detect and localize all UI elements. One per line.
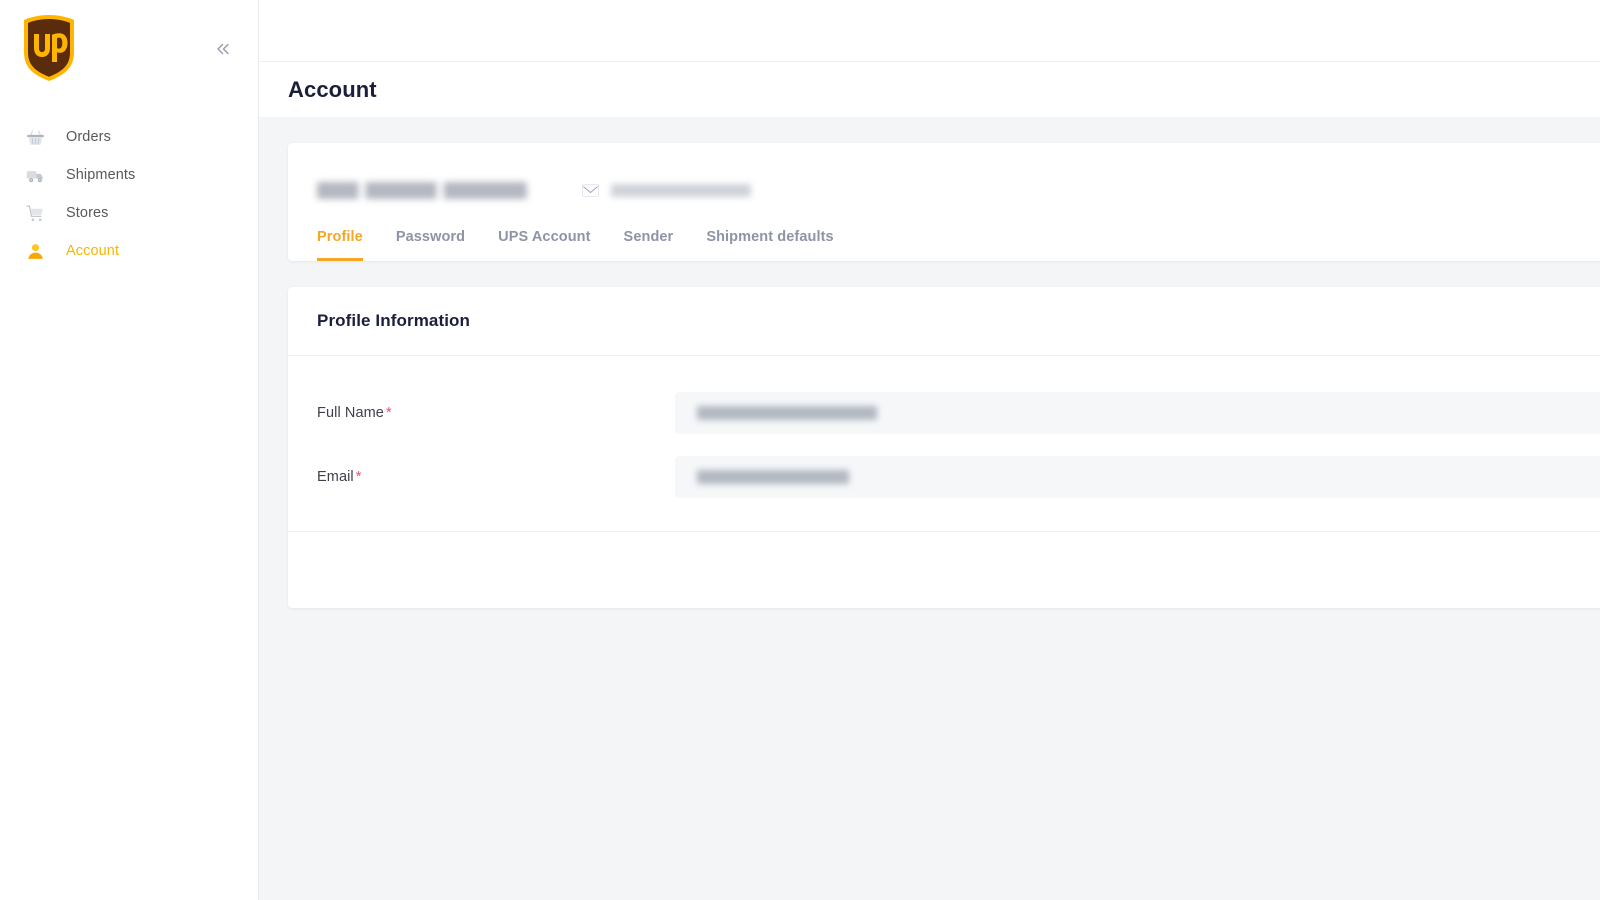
ups-shield-logo-icon[interactable] (21, 14, 77, 82)
email-label: Email* (317, 469, 675, 485)
sidebar-nav: Orders Shipments (0, 118, 258, 270)
sidebar-item-label: Stores (66, 205, 109, 221)
email-input[interactable] (675, 456, 1600, 498)
sidebar-item-label: Shipments (66, 167, 135, 183)
sidebar-item-label: Account (66, 243, 119, 259)
required-marker: * (386, 405, 392, 421)
envelope-icon (582, 184, 599, 197)
content-area: Profile Password UPS Account Sender Ship… (259, 117, 1600, 900)
tab-shipment-defaults[interactable]: Shipment defaults (706, 229, 833, 261)
email-label-text: Email (317, 469, 354, 485)
required-marker: * (356, 469, 362, 485)
app-root: Orders Shipments (0, 0, 1600, 900)
full-name-value (697, 406, 877, 420)
account-tabs: Profile Password UPS Account Sender Ship… (288, 205, 1600, 261)
page-title-bar: Account (259, 62, 1600, 117)
full-name-label-text: Full Name (317, 405, 384, 421)
tab-ups-account[interactable]: UPS Account (498, 229, 590, 261)
sidebar-item-account[interactable]: Account (0, 232, 258, 270)
tab-password[interactable]: Password (396, 229, 465, 261)
sidebar-collapse-button[interactable] (206, 32, 240, 66)
sidebar-item-shipments[interactable]: Shipments (0, 156, 258, 194)
shopping-basket-icon (22, 124, 48, 150)
top-bar (259, 0, 1600, 62)
account-user-email (611, 184, 751, 197)
full-name-label: Full Name* (317, 405, 675, 421)
account-tabs-card: Profile Password UPS Account Sender Ship… (288, 143, 1600, 261)
tab-sender[interactable]: Sender (624, 229, 674, 261)
full-name-input[interactable] (675, 392, 1600, 434)
sidebar-item-orders[interactable]: Orders (0, 118, 258, 156)
email-value (697, 470, 849, 484)
form-row-full-name: Full Name* (288, 381, 1600, 445)
form-row-email: Email* (288, 445, 1600, 509)
shopping-cart-icon (22, 200, 48, 226)
profile-card-footer (288, 532, 1600, 608)
sidebar-item-label: Orders (66, 129, 111, 145)
profile-card-body: Full Name* Email* (288, 356, 1600, 532)
main-region: Account Profile (259, 0, 1600, 900)
sidebar-item-stores[interactable]: Stores (0, 194, 258, 232)
tab-profile[interactable]: Profile (317, 229, 363, 261)
account-user-name (317, 182, 554, 199)
account-identity-row (288, 143, 1600, 205)
sidebar-header (0, 0, 258, 96)
sidebar: Orders Shipments (0, 0, 259, 900)
profile-section-title: Profile Information (317, 311, 470, 331)
user-person-icon (22, 238, 48, 264)
profile-card-header: Profile Information (288, 287, 1600, 356)
profile-information-card: Profile Information Full Name* Email* (288, 287, 1600, 608)
delivery-truck-icon (22, 162, 48, 188)
page-title: Account (288, 77, 377, 103)
